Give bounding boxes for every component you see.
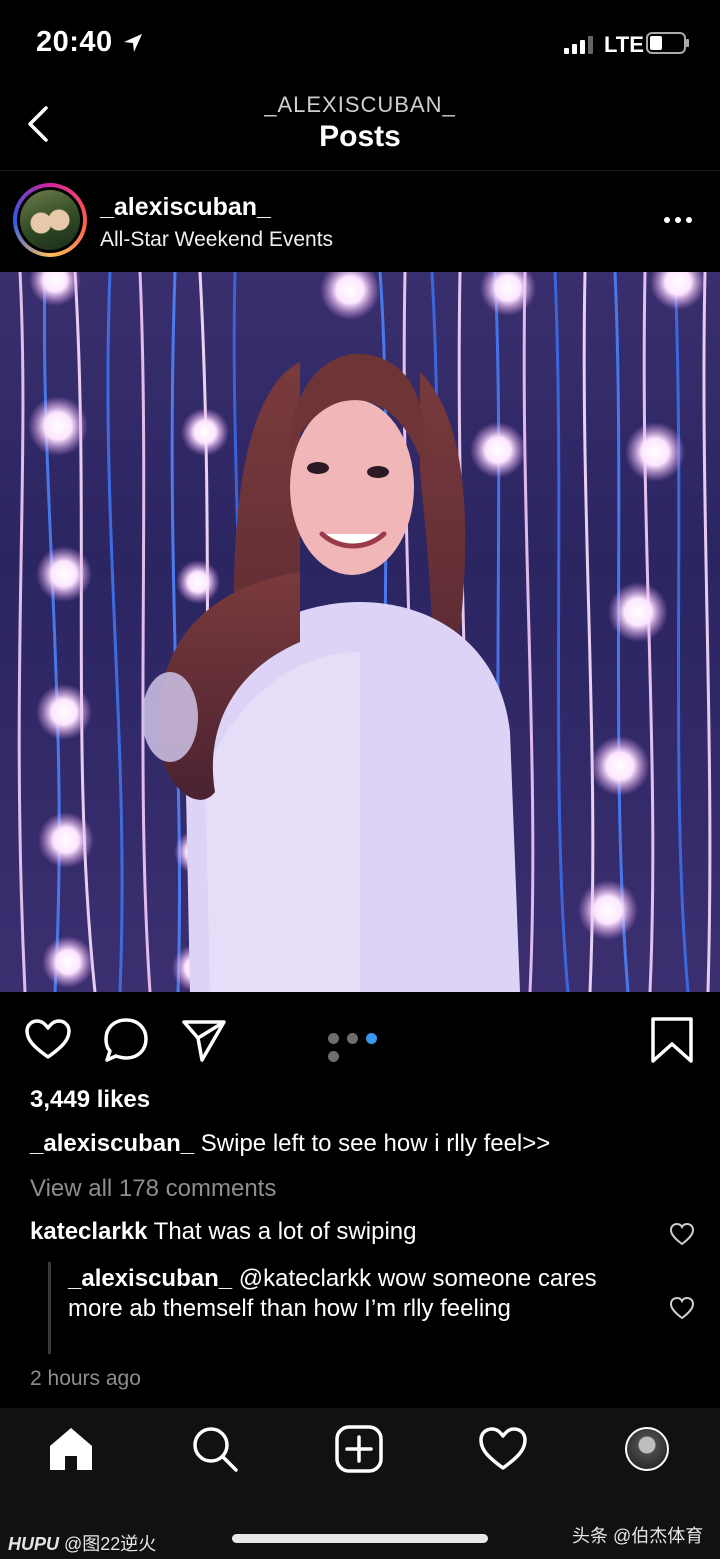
comment-username[interactable]: kateclarkk: [30, 1218, 147, 1245]
carousel-dot: [328, 1051, 339, 1062]
add-post-icon[interactable]: [334, 1424, 384, 1474]
avatar-photo: [20, 190, 80, 250]
page-title: Posts: [319, 120, 401, 153]
like-heart-icon[interactable]: [24, 1016, 72, 1064]
post-location[interactable]: All-Star Weekend Events: [100, 228, 333, 252]
watermark-left: HUPU @图22逆火: [8, 1530, 156, 1556]
carousel-indicator: [324, 1032, 398, 1062]
profile-avatar[interactable]: [625, 1427, 669, 1471]
network-label: LTE: [604, 32, 644, 57]
like-count[interactable]: 3,449 likes: [30, 1086, 150, 1114]
reply-thread-line: [48, 1262, 51, 1354]
home-icon[interactable]: [46, 1424, 96, 1474]
reply-like-heart-icon[interactable]: [669, 1296, 695, 1320]
save-bookmark-icon[interactable]: [648, 1016, 696, 1064]
header-divider: [0, 170, 720, 171]
location-arrow-icon: [124, 34, 142, 52]
comment-icon[interactable]: [102, 1016, 150, 1064]
status-time: 20:40: [36, 26, 113, 58]
caption-username[interactable]: _alexiscuban_: [30, 1130, 194, 1157]
carousel-dot: [366, 1033, 377, 1044]
post-timestamp: 2 hours ago: [30, 1367, 141, 1390]
photo-illustration: [17, 272, 712, 992]
post-username[interactable]: _alexiscuban_: [100, 193, 271, 222]
more-options-icon[interactable]: [660, 208, 696, 232]
home-indicator[interactable]: [232, 1534, 488, 1543]
post-photo[interactable]: [0, 272, 720, 992]
reply-username[interactable]: _alexiscuban_: [68, 1265, 232, 1292]
watermark-left-text: @图22逆火: [59, 1534, 157, 1554]
nav-subtitle: _ALEXISCUBAN_: [264, 92, 456, 117]
view-all-comments-link[interactable]: View all 178 comments: [30, 1175, 276, 1203]
carousel-dot: [328, 1033, 339, 1044]
signal-icon: [564, 36, 593, 54]
watermark-brand: HUPU: [8, 1534, 60, 1554]
search-icon[interactable]: [190, 1424, 240, 1474]
post-author-avatar[interactable]: [13, 183, 87, 257]
reply-comment: _alexiscuban_ @kateclarkk wow someone ca…: [68, 1264, 628, 1324]
share-send-icon[interactable]: [180, 1016, 228, 1064]
carousel-dot: [347, 1033, 358, 1044]
battery-icon: [646, 32, 689, 54]
comment-text: That was a lot of swiping: [147, 1218, 417, 1245]
activity-heart-icon[interactable]: [478, 1424, 528, 1474]
watermark-right: 头条 @伯杰体育: [572, 1526, 704, 1546]
comment-like-heart-icon[interactable]: [669, 1222, 695, 1246]
caption-text: Swipe left to see how i rlly feel>>: [194, 1130, 551, 1157]
comment-item: kateclarkk That was a lot of swiping: [30, 1218, 650, 1246]
post-caption: _alexiscuban_ Swipe left to see how i rl…: [30, 1130, 700, 1158]
